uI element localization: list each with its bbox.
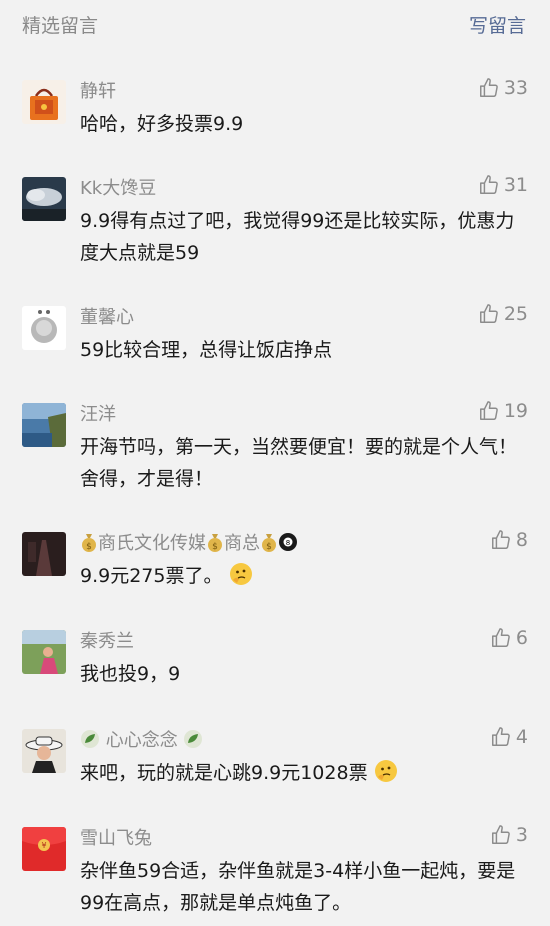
shopping-bag-avatar[interactable] <box>22 80 66 124</box>
sea-cliff-avatar[interactable] <box>22 403 66 447</box>
like-count: 4 <box>515 726 528 748</box>
commenter-name: 雪山飞兔 <box>80 828 152 849</box>
money-bag-icon: $ <box>262 534 276 552</box>
like-button[interactable]: 33 <box>478 77 528 99</box>
comment-text-content: 9.9元275票了。 <box>80 565 223 587</box>
commenter-name: $ 商氏文化传媒 $ 商总 $8 <box>80 529 298 555</box>
svg-text:8: 8 <box>286 539 290 547</box>
thinking-face-icon <box>374 760 397 782</box>
like-count: 3 <box>515 824 528 846</box>
write-comment-button[interactable]: 写留言 <box>469 11 526 38</box>
like-button[interactable]: 8 <box>490 529 528 551</box>
thumbs-up-icon <box>479 78 498 97</box>
comment-text: 我也投9，9 <box>80 663 181 685</box>
svg-text:$: $ <box>266 542 272 552</box>
like-button[interactable]: 4 <box>490 726 528 748</box>
svg-text:$: $ <box>212 542 218 552</box>
money-bag-icon: $ <box>208 534 222 552</box>
cloud-sky-avatar[interactable] <box>22 177 66 221</box>
commenter-name: 秦秀兰 <box>80 631 134 652</box>
hat-woman-avatar[interactable] <box>22 729 66 773</box>
thumbs-up-icon <box>479 175 498 194</box>
commenter-name: Kk大馋豆 <box>80 178 157 199</box>
commenter-name: 董馨心 <box>80 307 134 328</box>
commenter-name: 心心念念 <box>80 726 203 752</box>
like-count: 8 <box>515 529 528 551</box>
svg-text:$: $ <box>86 542 92 552</box>
eight-ball-icon: 8 <box>279 533 297 551</box>
comment-text: 开海节吗，第一天，当然要便宜！要的就是个人气！舍得，才是得！ <box>80 436 518 490</box>
comment-text: 59比较合理，总得让饭店挣点 <box>80 339 333 361</box>
like-button[interactable]: 31 <box>478 174 528 196</box>
red-envelope-avatar[interactable]: ¥ <box>22 827 66 871</box>
commenter-name: 汪洋 <box>80 404 116 425</box>
thumbs-up-icon <box>479 401 498 420</box>
thumbs-up-icon <box>491 628 510 647</box>
commenter-name-text: 心心念念 <box>105 730 178 751</box>
person-sketch-avatar[interactable] <box>22 306 66 350</box>
commenter-name-part: 商氏文化传媒 <box>98 533 206 554</box>
commenter-name: 静轩 <box>80 81 116 102</box>
svg-text:¥: ¥ <box>41 841 46 850</box>
like-count: 6 <box>515 627 528 649</box>
comment-text: 9.9得有点过了吧，我觉得99还是比较实际，优惠力度大点就是59 <box>80 210 515 264</box>
like-button[interactable]: 6 <box>490 627 528 649</box>
like-button[interactable]: 3 <box>490 824 528 846</box>
comment-text: 哈哈，好多投票9.9 <box>80 113 244 135</box>
like-count: 33 <box>503 77 528 99</box>
thumbs-up-icon <box>479 304 498 323</box>
comment-text-content: 来吧，玩的就是心跳9.9元1028票 <box>80 762 368 784</box>
thinking-face-icon <box>229 563 252 585</box>
like-button[interactable]: 19 <box>478 400 528 422</box>
money-bag-icon: $ <box>82 534 96 552</box>
dark-room-avatar[interactable] <box>22 532 66 576</box>
commenter-name-part: 商总 <box>224 533 260 554</box>
like-count: 19 <box>503 400 528 422</box>
like-button[interactable]: 25 <box>478 303 528 325</box>
leaf-icon <box>184 730 203 748</box>
outdoor-person-avatar[interactable] <box>22 630 66 674</box>
comments-header: 精选留言 写留言 <box>0 0 550 50</box>
comment-text: 来吧，玩的就是心跳9.9元1028票 <box>80 757 518 789</box>
comment-text: 9.9元275票了。 <box>80 560 518 592</box>
thumbs-up-icon <box>491 727 510 746</box>
thumbs-up-icon <box>491 825 510 844</box>
comment-text: 杂伴鱼59合适，杂伴鱼就是3-4样小鱼一起炖，要是99在高点，那就是单点炖鱼了。 <box>80 860 516 914</box>
featured-comments-title: 精选留言 <box>22 15 99 37</box>
leaf-icon <box>81 730 99 748</box>
thumbs-up-icon <box>491 530 510 549</box>
like-count: 31 <box>503 174 528 196</box>
like-count: 25 <box>503 303 528 325</box>
